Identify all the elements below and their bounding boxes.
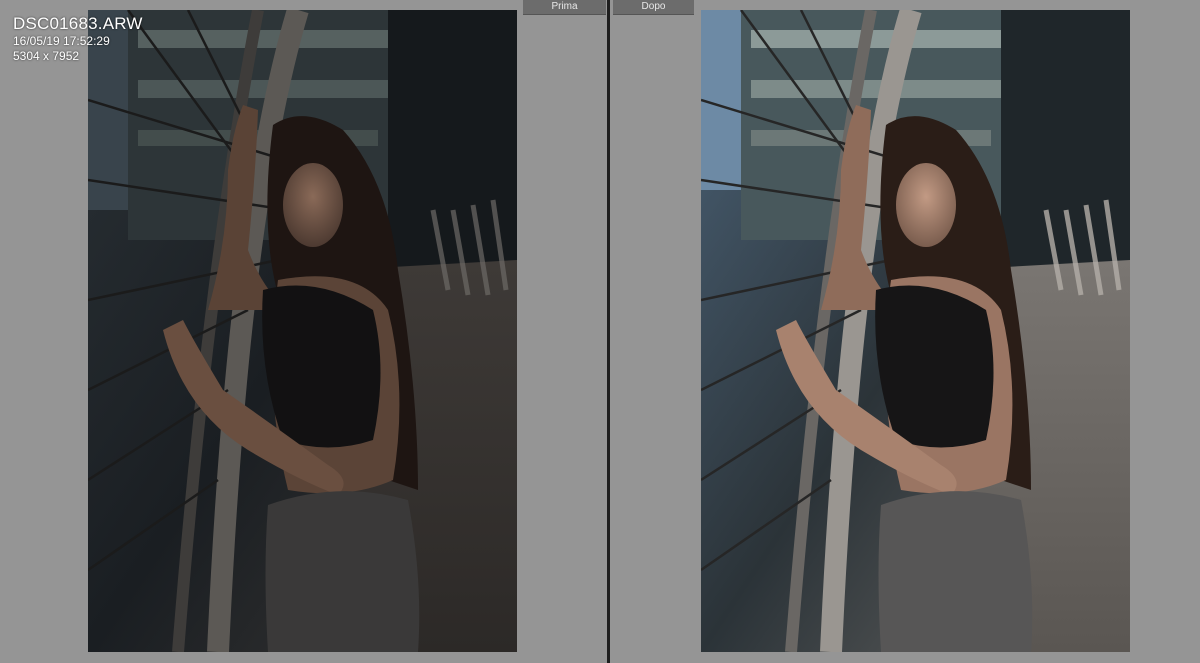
after-label-tab: Dopo bbox=[613, 0, 694, 15]
after-photo[interactable] bbox=[701, 10, 1130, 652]
before-photo-image bbox=[88, 10, 517, 652]
before-label-tab: Prima bbox=[523, 0, 606, 15]
image-dimensions: 5304 x 7952 bbox=[13, 49, 80, 63]
image-info-overlay: DSC01683.ARW 16/05/19 17:52:29 5304 x 79… bbox=[13, 14, 143, 64]
after-photo-image bbox=[701, 10, 1130, 652]
capture-datetime: 16/05/19 17:52:29 bbox=[13, 34, 110, 48]
before-photo[interactable] bbox=[88, 10, 517, 652]
before-pane: DSC01683.ARW 16/05/19 17:52:29 5304 x 79… bbox=[0, 0, 607, 663]
filename-text: DSC01683.ARW bbox=[13, 14, 143, 33]
after-pane bbox=[610, 0, 1200, 663]
